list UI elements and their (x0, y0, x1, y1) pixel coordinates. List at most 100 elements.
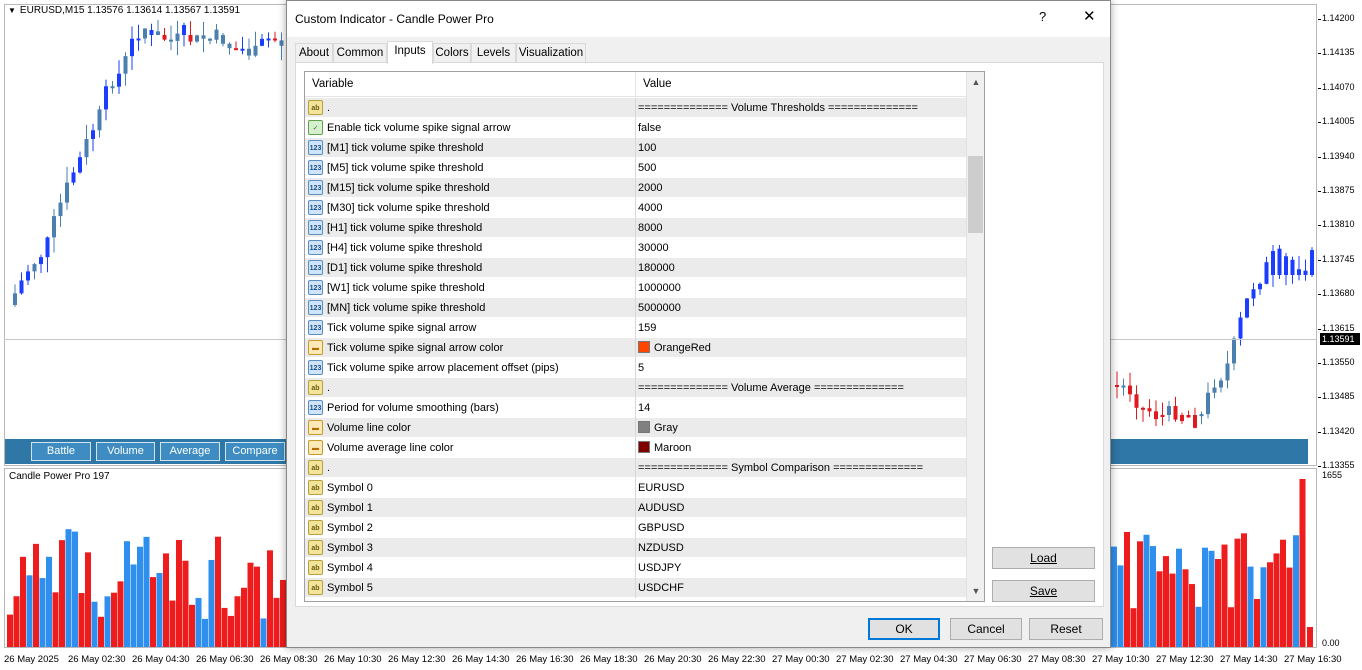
scroll-thumb[interactable] (968, 156, 983, 233)
input-row[interactable]: ab Symbol 2 GBPUSD (305, 518, 966, 538)
volume-bar (46, 556, 52, 647)
input-row[interactable]: 123 [M5] tick volume spike threshold 500 (305, 158, 966, 178)
input-value[interactable]: 5000000 (638, 298, 681, 318)
input-value[interactable]: false (638, 118, 661, 138)
volume-bar (260, 618, 267, 647)
input-row[interactable]: ab Symbol 1 AUDUSD (305, 498, 966, 518)
time-tick-label: 27 May 04:30 (900, 654, 958, 665)
input-value[interactable]: 1000000 (638, 278, 681, 298)
input-value[interactable]: EURUSD (638, 478, 684, 498)
grid-scrollbar[interactable]: ▲ ▼ (966, 72, 984, 601)
input-row[interactable]: ab. ============== Symbol Comparison ====… (305, 458, 966, 478)
input-value[interactable]: USDJPY (638, 558, 681, 578)
input-row[interactable]: 123 Tick volume spike signal arrow 159 (305, 318, 966, 338)
input-row[interactable]: 123 [M1] tick volume spike threshold 100 (305, 138, 966, 158)
inputs-grid[interactable]: Variable Value ab. ============== Volume … (304, 71, 985, 602)
time-axis[interactable]: 26 May 2025 26 May 02:30 26 May 04:30 26 Ma… (4, 652, 1344, 668)
tab-levels[interactable]: Levels (471, 43, 516, 63)
tab-common[interactable]: Common (333, 43, 387, 63)
input-row[interactable]: 123 Period for volume smoothing (bars) 14 (305, 398, 966, 418)
input-value[interactable]: Maroon (638, 438, 691, 458)
input-row[interactable]: ab Symbol 0 EURUSD (305, 478, 966, 498)
volume-bar (208, 559, 215, 647)
input-value[interactable]: 5 (638, 358, 644, 378)
price-tick-label: 1.13550 (1318, 357, 1355, 367)
input-row[interactable]: 123 [H4] tick volume spike threshold 30000 (305, 238, 966, 258)
input-row[interactable]: ab. ============== Volume Thresholds ====… (305, 98, 966, 118)
input-row[interactable]: ✓ Enable tick volume spike signal arrow fa… (305, 118, 966, 138)
ok-button[interactable]: OK (868, 618, 940, 640)
candle (91, 130, 95, 139)
input-value[interactable]: ============== Volume Thresholds =======… (638, 98, 918, 118)
tab-inputs[interactable]: Inputs (387, 41, 433, 64)
input-value[interactable]: 4000 (638, 198, 662, 218)
reset-button[interactable]: Reset (1029, 618, 1103, 640)
help-icon[interactable]: ? (1039, 9, 1046, 24)
tab-colors[interactable]: Colors (433, 43, 471, 63)
volume-bar (202, 618, 208, 647)
input-row[interactable]: ab. ============== Volume Average =======… (305, 378, 966, 398)
volume-bar (254, 566, 260, 647)
scroll-down-icon[interactable]: ▼ (967, 583, 984, 599)
input-row[interactable]: ab Symbol 5 USDCHF (305, 578, 966, 598)
input-value[interactable]: AUDUSD (638, 498, 684, 518)
time-tick-label: 26 May 12:30 (388, 654, 446, 665)
input-value[interactable]: 8000 (638, 218, 662, 238)
input-value[interactable]: 2000 (638, 178, 662, 198)
time-tick-label: 27 May 06:30 (964, 654, 1022, 665)
price-tick-label: 1.14070 (1318, 81, 1355, 92)
input-value[interactable]: 14 (638, 398, 650, 418)
input-value[interactable]: ============== Symbol Comparison =======… (638, 458, 923, 478)
save-button[interactable]: Save (992, 580, 1095, 602)
tab-about[interactable]: About (295, 43, 333, 63)
number-param-icon: 123 (308, 160, 323, 175)
input-variable-name: Enable tick volume spike signal arrow (327, 122, 511, 134)
scroll-up-icon[interactable]: ▲ (967, 74, 984, 90)
load-button[interactable]: Load (992, 547, 1095, 569)
input-value[interactable]: NZDUSD (638, 538, 684, 558)
average-button[interactable]: Average (160, 442, 220, 461)
close-icon[interactable]: ✕ (1083, 7, 1096, 25)
candle (97, 109, 102, 131)
input-row[interactable]: 123 [D1] tick volume spike threshold 18000… (305, 258, 966, 278)
input-row[interactable]: ▬ Tick volume spike signal arrow color Ora… (305, 338, 966, 358)
cell-divider (635, 278, 636, 298)
input-row[interactable]: 123 Tick volume spike arrow placement off… (305, 358, 966, 378)
input-value[interactable]: GBPUSD (638, 518, 684, 538)
input-row[interactable]: ab Symbol 3 NZDUSD (305, 538, 966, 558)
input-value[interactable]: 180000 (638, 258, 675, 278)
variable-column-header[interactable]: Variable (305, 72, 635, 97)
input-row[interactable]: 123 [M30] tick volume spike threshold 4000 (305, 198, 966, 218)
compare-button[interactable]: Compare (225, 442, 285, 461)
input-value[interactable]: 159 (638, 318, 656, 338)
input-row[interactable]: ▬ Volume average line color Maroon (305, 438, 966, 458)
input-row[interactable]: 123 [W1] tick volume spike threshold 10000… (305, 278, 966, 298)
dropdown-triangle-icon[interactable]: ▼ (8, 6, 16, 15)
input-row[interactable]: 123 [H1] tick volume spike threshold 8000 (305, 218, 966, 238)
subwindow-min-label: 0.00 (1322, 638, 1340, 648)
input-row[interactable]: 123 [M15] tick volume spike threshold 2000 (305, 178, 966, 198)
input-value[interactable]: Gray (638, 418, 678, 438)
input-row[interactable]: 123 [MN] tick volume spike threshold 50000… (305, 298, 966, 318)
input-variable-name: [W1] tick volume spike threshold (327, 282, 485, 294)
candle (1199, 414, 1204, 417)
volume-button[interactable]: Volume (96, 442, 155, 461)
input-value[interactable]: 100 (638, 138, 656, 158)
dialog-titlebar[interactable]: Custom Indicator - Candle Power Pro ? ✕ (287, 1, 1110, 37)
input-value[interactable]: USDCHF (638, 578, 684, 598)
input-row[interactable]: ab Symbol 4 USDJPY (305, 558, 966, 578)
input-value[interactable]: OrangeRed (638, 338, 711, 358)
cell-divider (635, 578, 636, 598)
cell-divider (635, 338, 636, 358)
input-row[interactable]: ▬ Volume line color Gray (305, 418, 966, 438)
tab-visualization[interactable]: Visualization (516, 43, 586, 63)
volume-bar (13, 596, 20, 647)
input-value[interactable]: ============== Volume Average ==========… (638, 378, 904, 398)
battle-button[interactable]: Battle (31, 442, 91, 461)
price-axis[interactable]: 1.14200 1.14135 1.14070 1.14005 1.13940 1.138… (1318, 0, 1362, 650)
value-column-header[interactable]: Value (636, 72, 966, 97)
cancel-button[interactable]: Cancel (950, 618, 1022, 640)
input-value[interactable]: 500 (638, 158, 656, 178)
input-variable-name: Volume average line color (327, 442, 454, 454)
input-value[interactable]: 30000 (638, 238, 669, 258)
